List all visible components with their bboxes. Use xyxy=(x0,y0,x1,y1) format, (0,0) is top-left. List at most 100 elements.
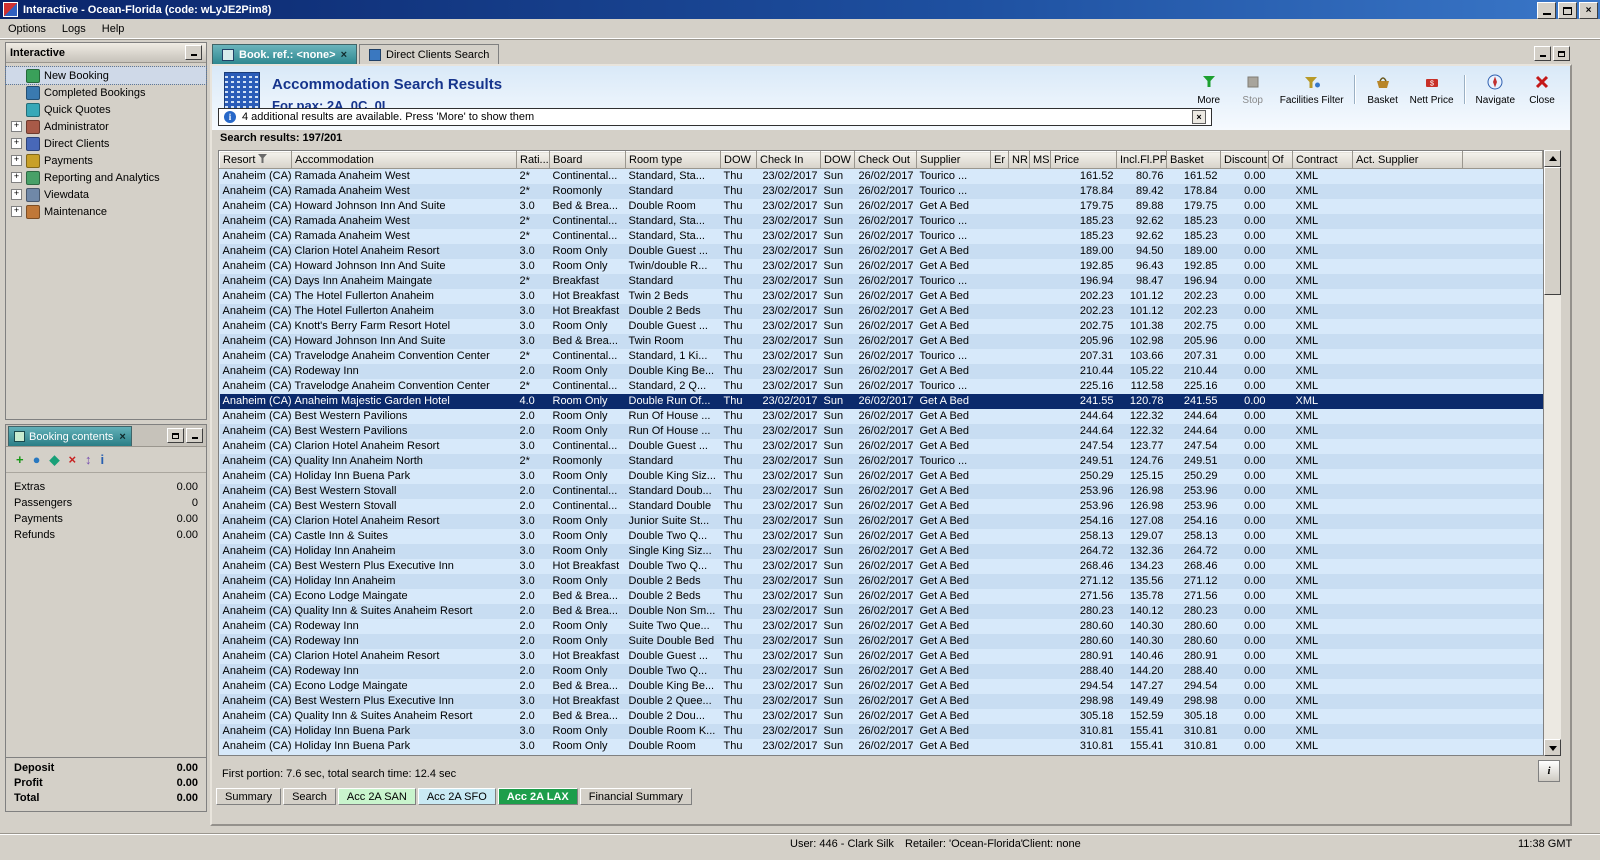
table-row[interactable]: Anaheim (CA) Rodeway Inn 2.0 Room Only Suite… xyxy=(219,619,1543,634)
booking-panel-maximize-icon[interactable] xyxy=(167,428,184,443)
column-header-ms[interactable]: MS xyxy=(1029,151,1051,169)
column-header-resort[interactable]: Resort xyxy=(219,151,292,169)
column-header-dow[interactable]: DOW xyxy=(820,151,855,169)
expand-icon[interactable]: + xyxy=(11,172,22,183)
column-header-contract[interactable]: Contract xyxy=(1292,151,1353,169)
tab-book-ref-none[interactable]: Book. ref.: <none> × xyxy=(212,44,358,64)
column-header-of[interactable]: Of xyxy=(1268,151,1293,169)
main-panel-minimize-icon[interactable] xyxy=(1534,46,1551,61)
booking-panel-minimize-icon[interactable] xyxy=(186,428,203,443)
column-header-discount[interactable]: Discount xyxy=(1220,151,1269,169)
navigate-button[interactable]: Navigate xyxy=(1471,71,1520,108)
table-row[interactable]: Anaheim (CA) Clarion Hotel Anaheim Resort… xyxy=(219,649,1543,664)
sidebar-item-reporting-and-analytics[interactable]: + Reporting and Analytics xyxy=(6,169,206,186)
column-header-supplier[interactable]: Supplier xyxy=(916,151,991,169)
column-header-dow[interactable]: DOW xyxy=(720,151,757,169)
facilities-filter-button[interactable]: Facilities Filter xyxy=(1275,71,1349,108)
tab-acc-2a-san[interactable]: Acc 2A SAN xyxy=(337,788,416,805)
move-items-icon[interactable]: ↕ xyxy=(85,453,92,466)
tab-search[interactable]: Search xyxy=(283,788,336,805)
table-row[interactable]: Anaheim (CA) Rodeway Inn 2.0 Room Only Doubl… xyxy=(219,664,1543,679)
column-header-price[interactable]: Price xyxy=(1050,151,1117,169)
table-row[interactable]: Anaheim (CA) Best Western Stovall 2.0 Conti… xyxy=(219,499,1543,514)
table-row[interactable]: Anaheim (CA) Rodeway Inn 2.0 Room Only Doubl… xyxy=(219,364,1543,379)
table-row-selected[interactable]: Anaheim (CA) Anaheim Majestic Garden Hote… xyxy=(219,394,1543,409)
tab-direct-clients-search[interactable]: Direct Clients Search xyxy=(359,44,500,64)
tab-summary[interactable]: Summary xyxy=(216,788,282,805)
menu-item-help[interactable]: Help xyxy=(94,21,133,37)
table-row[interactable]: Anaheim (CA) Clarion Hotel Anaheim Resort… xyxy=(219,514,1543,529)
table-row[interactable]: Anaheim (CA) Holiday Inn Buena Park 3.0 Roo… xyxy=(219,469,1543,484)
column-header-rati[interactable]: Rati... xyxy=(516,151,550,169)
menu-item-logs[interactable]: Logs xyxy=(54,21,94,37)
table-row[interactable]: Anaheim (CA) Quality Inn Anaheim North 2* R… xyxy=(219,454,1543,469)
table-row[interactable]: Anaheim (CA) Ramada Anaheim West 2* Contine… xyxy=(219,214,1543,229)
table-row[interactable]: Anaheim (CA) Howard Johnson Inn And Suite… xyxy=(219,199,1543,214)
main-panel-maximize-icon[interactable] xyxy=(1553,46,1570,61)
scroll-down-icon[interactable] xyxy=(1544,739,1561,756)
sidebar-collapse-button[interactable] xyxy=(185,45,202,60)
tab-acc-2a-lax[interactable]: Acc 2A LAX xyxy=(497,788,578,805)
table-row[interactable]: Anaheim (CA) The Hotel Fullerton Anaheim 3… xyxy=(219,289,1543,304)
booking-tab-close-icon[interactable]: × xyxy=(119,431,125,443)
info-bar-close-icon[interactable]: × xyxy=(1192,110,1206,124)
expand-icon[interactable]: + xyxy=(11,138,22,149)
add-component-icon[interactable]: ◆ xyxy=(49,453,59,466)
table-row[interactable]: Anaheim (CA) Econo Lodge Maingate 2.0 Bed &… xyxy=(219,589,1543,604)
table-row[interactable]: Anaheim (CA) Quality Inn & Suites Anaheim… xyxy=(219,604,1543,619)
table-row[interactable]: Anaheim (CA) Rodeway Inn 2.0 Room Only Suite… xyxy=(219,634,1543,649)
column-header-act-supplier[interactable]: Act. Supplier xyxy=(1352,151,1463,169)
column-header-room-type[interactable]: Room type xyxy=(625,151,721,169)
column-header-accommodation[interactable]: Accommodation xyxy=(291,151,517,169)
vertical-scrollbar[interactable] xyxy=(1544,150,1561,756)
table-row[interactable]: Anaheim (CA) Clarion Hotel Anaheim Resort… xyxy=(219,244,1543,259)
table-row[interactable]: Anaheim (CA) Howard Johnson Inn And Suite… xyxy=(219,334,1543,349)
table-row[interactable]: Anaheim (CA) Quality Inn & Suites Anaheim… xyxy=(219,709,1543,724)
table-row[interactable]: Anaheim (CA) Ramada Anaheim West 2* Contine… xyxy=(219,168,1543,184)
minimize-icon[interactable] xyxy=(1537,2,1556,19)
table-row[interactable]: Anaheim (CA) Holiday Inn Anaheim 3.0 Room O… xyxy=(219,544,1543,559)
expand-icon[interactable]: + xyxy=(11,121,22,132)
table-row[interactable]: Anaheim (CA) Econo Lodge Maingate 2.0 Bed &… xyxy=(219,679,1543,694)
stop-button[interactable]: Stop xyxy=(1231,71,1275,108)
column-header-basket[interactable]: Basket xyxy=(1166,151,1221,169)
expand-icon[interactable]: + xyxy=(11,155,22,166)
maximize-icon[interactable] xyxy=(1558,2,1577,19)
menu-item-options[interactable]: Options xyxy=(0,21,54,37)
table-row[interactable]: Anaheim (CA) Best Western Stovall 2.0 Conti… xyxy=(219,484,1543,499)
globe-icon[interactable]: ● xyxy=(33,453,41,466)
expand-icon[interactable]: + xyxy=(11,206,22,217)
column-header-nr[interactable]: NR xyxy=(1008,151,1030,169)
scrollbar-thumb[interactable] xyxy=(1544,167,1561,295)
table-row[interactable]: Anaheim (CA) Best Western Pavilions 2.0 Roo… xyxy=(219,409,1543,424)
more-button[interactable]: More xyxy=(1187,71,1231,108)
table-row[interactable]: Anaheim (CA) The Hotel Fullerton Anaheim 3… xyxy=(219,304,1543,319)
sidebar-item-payments[interactable]: + Payments xyxy=(6,152,206,169)
sidebar-item-administrator[interactable]: + Administrator xyxy=(6,118,206,135)
table-row[interactable]: Anaheim (CA) Castle Inn & Suites 3.0 Room O… xyxy=(219,529,1543,544)
sidebar-item-direct-clients[interactable]: + Direct Clients xyxy=(6,135,206,152)
scroll-up-icon[interactable] xyxy=(1544,150,1561,167)
sidebar-item-viewdata[interactable]: + Viewdata xyxy=(6,186,206,203)
grid-info-button[interactable]: i xyxy=(1538,760,1560,782)
sidebar-item-completed-bookings[interactable]: Completed Bookings xyxy=(6,84,206,101)
expand-icon[interactable]: + xyxy=(11,189,22,200)
nett-price-button[interactable]: $ Nett Price xyxy=(1405,71,1459,108)
table-row[interactable]: Anaheim (CA) Holiday Inn Anaheim 3.0 Room O… xyxy=(219,574,1543,589)
item-info-icon[interactable]: i xyxy=(101,453,105,466)
filter-icon[interactable] xyxy=(258,154,268,166)
close-icon[interactable]: × xyxy=(1579,2,1598,19)
tab-financial-summary[interactable]: Financial Summary xyxy=(579,788,692,805)
sidebar-item-new-booking[interactable]: New Booking xyxy=(5,66,207,85)
table-row[interactable]: Anaheim (CA) Ramada Anaheim West 2* Contine… xyxy=(219,229,1543,244)
add-item-icon[interactable]: + xyxy=(16,453,24,466)
delete-item-icon[interactable]: × xyxy=(68,453,76,466)
table-row[interactable]: Anaheim (CA) Best Western Plus Executive … xyxy=(219,694,1543,709)
tab-close-icon[interactable]: × xyxy=(341,49,347,61)
column-header-check-in[interactable]: Check In xyxy=(756,151,821,169)
sidebar-item-maintenance[interactable]: + Maintenance xyxy=(6,203,206,220)
table-row[interactable]: Anaheim (CA) Best Western Plus Executive … xyxy=(219,559,1543,574)
table-row[interactable]: Anaheim (CA) Days Inn Anaheim Maingate 2* B… xyxy=(219,274,1543,289)
table-row[interactable]: Anaheim (CA) Holiday Inn Buena Park 3.0 Roo… xyxy=(219,739,1543,754)
close-button[interactable]: Close xyxy=(1520,71,1564,108)
